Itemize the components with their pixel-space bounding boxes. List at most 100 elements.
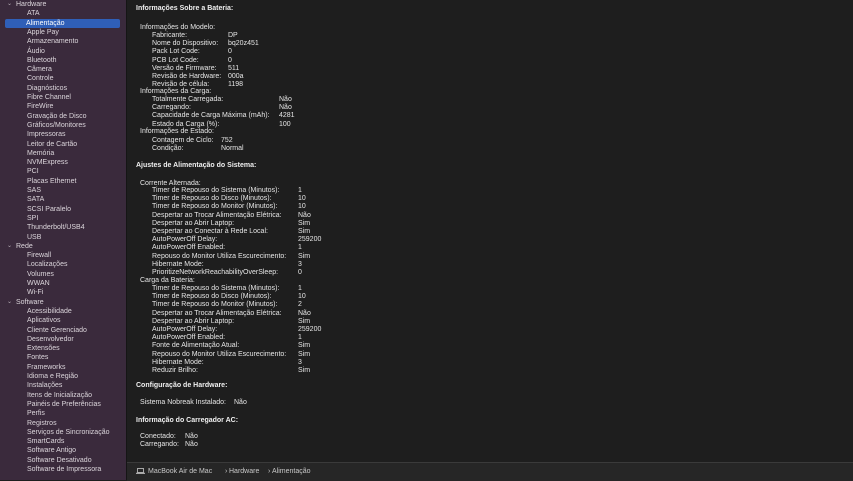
sidebar-item-hardware[interactable]: NVMExpress xyxy=(0,158,126,167)
sidebar-item-hardware[interactable]: Gravação de Disco xyxy=(0,112,126,121)
sidebar-item-label: Gráficos/Monitores xyxy=(27,121,86,129)
sidebar-item-hardware[interactable]: SAS xyxy=(0,186,126,195)
sidebar-item-label: SATA xyxy=(27,196,45,204)
sidebar-item-software[interactable]: Registros xyxy=(0,419,126,428)
sidebar-item-software[interactable]: Frameworks xyxy=(0,363,126,372)
sidebar-item-software[interactable]: Itens de Inicialização xyxy=(0,391,126,400)
sidebar-item-hardware[interactable]: FireWire xyxy=(0,102,126,111)
sidebar-item-network[interactable]: WWAN xyxy=(0,279,126,288)
chevron-down-icon[interactable]: ⌄ xyxy=(7,0,12,9)
sidebar-item-network[interactable]: Wi-Fi xyxy=(0,288,126,297)
path-bar: MacBook Air de Mac › Hardware › Alimentação xyxy=(127,462,853,481)
sidebar-item-label: Frameworks xyxy=(27,363,66,371)
chevron-down-icon[interactable]: ⌄ xyxy=(7,298,12,307)
sidebar-item-hardware[interactable]: SCSI Paralelo xyxy=(0,205,126,214)
sidebar-item-hardware[interactable]: PCI xyxy=(0,167,126,176)
breadcrumb-item[interactable]: Hardware xyxy=(229,467,259,476)
sidebar-item-network[interactable]: Localizações xyxy=(0,260,126,269)
property-label: Condição: xyxy=(152,145,184,153)
property-value: 2 xyxy=(298,301,302,309)
sidebar-item-label: ATA xyxy=(27,10,40,18)
property-label: Repouso do Monitor Utiliza Escurecimento… xyxy=(152,252,287,260)
sidebar-item-hardware[interactable]: USB xyxy=(0,233,126,242)
breadcrumb-item[interactable]: MacBook Air de Mac xyxy=(148,467,212,476)
property-label: Timer de Repouso do Disco (Minutos): xyxy=(152,293,272,301)
sidebar-item-software[interactable]: SmartCards xyxy=(0,437,126,446)
sidebar-item-hardware[interactable]: Leitor de Cartão xyxy=(0,140,126,149)
sidebar-item-software[interactable]: Cliente Gerenciado xyxy=(0,326,126,335)
sidebar-group-network[interactable]: ⌄ Rede xyxy=(0,242,126,251)
sidebar-item-hardware[interactable]: Thunderbolt/USB4 xyxy=(0,223,126,232)
sidebar-item-hardware[interactable]: Diagnósticos xyxy=(0,84,126,93)
property-label: Carregando: xyxy=(152,104,191,112)
sidebar-item-label: Desenvolvedor xyxy=(27,335,74,343)
sidebar-item-software[interactable]: Software Antigo xyxy=(0,446,126,455)
sidebar-item-hardware[interactable]: Câmera xyxy=(0,65,126,74)
sidebar-group-hardware[interactable]: ⌄ Hardware xyxy=(0,0,126,9)
sidebar: ⌄ Hardware ATA Alimentação Apple Pay Armazena… xyxy=(0,0,127,480)
property-value: Sim xyxy=(298,317,311,325)
sidebar-item-software[interactable]: Software Desativado xyxy=(0,456,126,465)
sidebar-item-label: SmartCards xyxy=(27,438,65,446)
property-value: 0 xyxy=(228,48,232,56)
property-value: 10 xyxy=(298,203,306,211)
sidebar-item-hardware[interactable]: Bluetooth xyxy=(0,56,126,65)
sidebar-item-label: Memória xyxy=(27,149,55,157)
sidebar-item-label: WWAN xyxy=(27,280,50,287)
chevron-down-icon[interactable]: ⌄ xyxy=(7,242,12,251)
sidebar-item-hardware[interactable]: Apple Pay xyxy=(0,28,126,37)
sidebar-item-software[interactable]: Serviços de Sincronização xyxy=(0,428,126,437)
property-value: 10 xyxy=(298,293,306,301)
sidebar-item-software[interactable]: Painéis de Preferências xyxy=(0,400,126,409)
property-label: Despertar ao Trocar Alimentação Elétrica… xyxy=(152,309,282,317)
sidebar-item-hardware[interactable]: Placas Ethernet xyxy=(0,177,126,186)
sidebar-item-software[interactable]: Instalações xyxy=(0,381,126,390)
sidebar-item-hardware[interactable]: SPI xyxy=(0,214,126,223)
sidebar-item-software[interactable]: Software de Impressora xyxy=(0,465,126,474)
sidebar-item-software[interactable]: Fontes xyxy=(0,353,126,362)
sidebar-item-software[interactable]: Extensões xyxy=(0,344,126,353)
breadcrumb-item[interactable]: Alimentação xyxy=(272,467,311,476)
property-label: Capacidade de Carga Máxima (mAh): xyxy=(152,112,270,120)
sidebar-item-label: Áudio xyxy=(27,47,45,55)
property-label: Fabricante: xyxy=(152,32,188,39)
property-label: AutoPowerOff Enabled: xyxy=(152,244,226,252)
sidebar-item-software[interactable]: Perfis xyxy=(0,409,126,418)
sidebar-item-hardware[interactable]: ATA xyxy=(0,9,126,18)
property-value: 100 xyxy=(279,120,291,128)
property-label: Contagem de Ciclo: xyxy=(152,137,214,144)
subsection-header: Informações do Modelo: xyxy=(140,24,216,31)
sidebar-group-software[interactable]: ⌄ Software xyxy=(0,298,126,307)
property-value: 3 xyxy=(298,260,302,268)
sidebar-item-software[interactable]: Idioma e Região xyxy=(0,372,126,381)
sidebar-item-hardware[interactable]: SATA xyxy=(0,195,126,204)
property-value: Sim xyxy=(298,350,311,358)
sidebar-item-label: Wi-Fi xyxy=(27,289,44,297)
sidebar-item-hardware[interactable]: Impressoras xyxy=(0,130,126,139)
property-value: Não xyxy=(298,211,311,219)
sidebar-item-label: Impressoras xyxy=(27,131,66,139)
sidebar-item-software[interactable]: Aplicativos xyxy=(0,316,126,325)
sidebar-item-software[interactable]: Desenvolvedor xyxy=(0,335,126,344)
content-pane: Informações Sobre a Bateria: Informações … xyxy=(127,0,853,462)
sidebar-item-label: Controle xyxy=(27,75,54,83)
property-value: 000a xyxy=(228,73,244,80)
sidebar-item-hardware[interactable]: Memória xyxy=(0,149,126,158)
sidebar-item-hardware[interactable]: Fibre Channel xyxy=(0,93,126,102)
property-value: 1 xyxy=(298,187,302,194)
sidebar-item-hardware[interactable]: Armazenamento xyxy=(0,37,126,46)
sidebar-item-hardware[interactable]: Áudio xyxy=(0,47,126,56)
property-value: 10 xyxy=(298,195,306,203)
sidebar-item-hardware[interactable]: Gráficos/Monitores xyxy=(0,121,126,130)
sidebar-item-hardware[interactable]: Alimentação xyxy=(5,18,120,28)
sidebar-item-label: Alimentação xyxy=(26,19,65,27)
section-title: Ajustes de Alimentação do Sistema: xyxy=(136,162,257,169)
sidebar-item-hardware[interactable]: Controle xyxy=(0,74,126,83)
sidebar-item-network[interactable]: Volumes xyxy=(0,270,126,279)
sidebar-item-label: Armazenamento xyxy=(27,38,79,46)
sidebar-item-label: Diagnósticos xyxy=(27,84,68,92)
sidebar-item-network[interactable]: Firewall xyxy=(0,251,126,260)
property-value: Sim xyxy=(298,367,311,374)
sidebar-item-software[interactable]: Acessibilidade xyxy=(0,307,126,316)
property-value: 3 xyxy=(298,358,302,366)
